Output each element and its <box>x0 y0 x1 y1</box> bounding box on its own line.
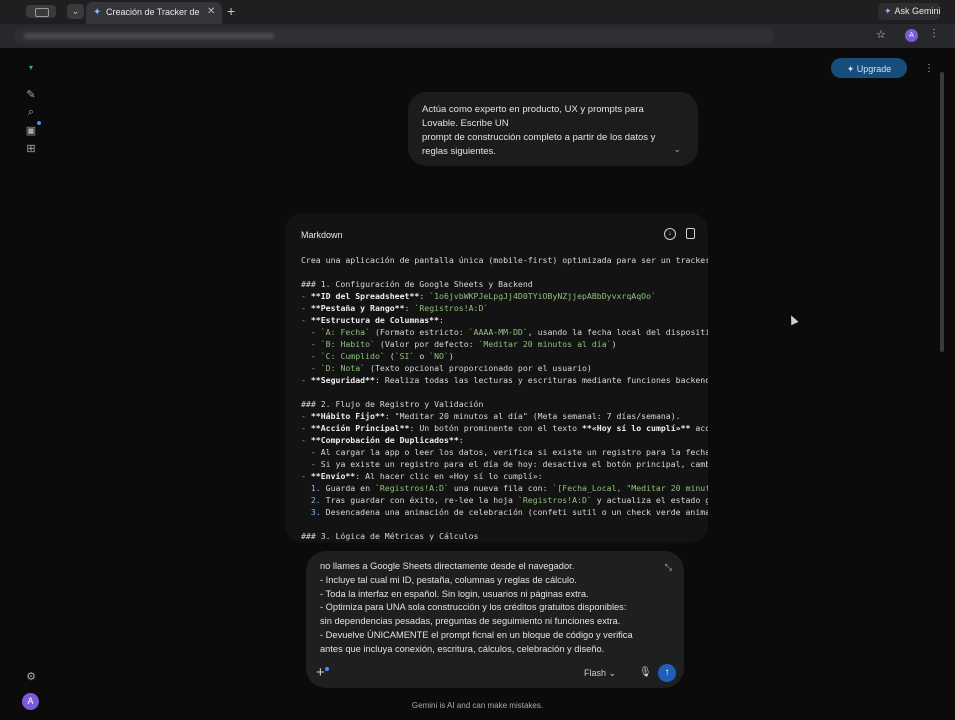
composer-line: - Incluye tal cual mi ID, pestaña, colum… <box>320 574 577 585</box>
ask-gemini-label: Ask Gemini <box>894 6 941 16</box>
user-message-line: Actúa como experto en producto, UX y pro… <box>422 104 644 115</box>
microphone-icon[interactable]: 🎙 <box>639 667 652 678</box>
code-line: - **ID del Spreadsheet**: `1o6jvbWKPJeLp… <box>301 291 656 301</box>
more-options-icon[interactable]: ⋮ <box>924 63 934 74</box>
disclaimer-text: Gemini is AI and can make mistakes. <box>411 701 544 710</box>
model-label: Flash <box>584 668 607 678</box>
search-icon[interactable]: ⌕ <box>24 106 38 119</box>
ask-gemini-button[interactable]: ✦ Ask Gemini <box>878 3 941 20</box>
user-message-line: Lovable. Escribe UN <box>422 118 509 129</box>
upgrade-label: Upgrade <box>856 64 892 74</box>
code-line: - **Hábito Fijo**: "Meditar 20 minutos a… <box>301 411 681 421</box>
address-bar[interactable] <box>14 28 774 44</box>
composer-line: antes que incluya conexión, escritura, c… <box>320 643 605 654</box>
scrollbar[interactable] <box>940 72 944 352</box>
collapse-composer-icon[interactable]: ⤡ <box>665 562 672 573</box>
new-chat-icon[interactable]: ✎ <box>24 88 38 101</box>
composer-line: - Toda la interfaz en español. Sin login… <box>320 588 589 599</box>
code-content: Crea una aplicación de pantalla única (m… <box>301 254 708 542</box>
code-line: 3. Desencadena una animación de celebrac… <box>310 507 708 517</box>
upgrade-spark-icon: ✦ <box>846 64 855 74</box>
copy-icon[interactable] <box>686 228 695 239</box>
gemini-spark-icon: ✦ <box>884 6 892 16</box>
code-line: - `B: Habito` (Valor por defecto: `Medit… <box>310 339 617 349</box>
code-line: 1. Guarda en `Registros!A:D` una nueva f… <box>310 483 708 493</box>
user-message-line: reglas siguientes. <box>422 146 496 157</box>
expand-message-chevron-icon[interactable]: ⌄ <box>673 142 681 156</box>
tab-close-icon[interactable]: ✕ <box>207 6 215 17</box>
tab-search-chevron-icon[interactable]: ⌄ <box>67 4 84 19</box>
code-line: - **Estructura de Columnas**: <box>301 315 444 325</box>
gemini-favicon-icon: ✦ <box>93 7 102 18</box>
send-button[interactable]: ↑ <box>658 664 676 682</box>
code-line: ### 2. Flujo de Registro y Validación <box>301 399 484 409</box>
bookmark-star-icon[interactable]: ☆ <box>876 28 886 41</box>
tab-title: Creación de Tracker de Hábi <box>106 7 202 17</box>
user-message-line: prompt de construcción completo a partir… <box>422 132 656 143</box>
code-line: - Al cargar la app o leer los datos, ver… <box>310 447 708 457</box>
tab-group-button[interactable] <box>26 5 56 18</box>
code-language-label: Markdown <box>301 230 343 240</box>
add-attachment-icon[interactable]: + <box>316 664 325 681</box>
mouse-cursor <box>787 313 799 326</box>
code-line: - **Seguridad**: Realiza todas las lectu… <box>301 375 708 385</box>
code-line: - Si ya existe un registro para el día d… <box>310 459 708 469</box>
prompt-composer[interactable]: no llames a Google Sheets directamente d… <box>306 551 684 688</box>
code-line: - `D: Nota` (Texto opcional proporcionad… <box>310 363 592 373</box>
code-block: Markdown ↓ Crea una aplicación de pantal… <box>285 213 708 543</box>
browser-menu-icon[interactable]: ⋮ <box>929 28 939 39</box>
rail-status-icon: ▾ <box>28 63 33 72</box>
new-tab-button[interactable]: + <box>227 3 235 19</box>
gallery-icon[interactable]: ▣ <box>24 124 38 137</box>
code-line: - **Acción Principal**: Un botón promine… <box>301 423 708 433</box>
composer-line: no llames a Google Sheets directamente d… <box>320 561 575 571</box>
composer-line: - Devuelve ÚNICAMENTE el prompt ficnal e… <box>320 629 633 640</box>
settings-gear-icon[interactable]: ⚙ <box>24 670 38 683</box>
apps-icon[interactable]: ⊞ <box>24 142 38 155</box>
upgrade-button[interactable]: ✦ Upgrade <box>831 58 907 78</box>
code-line: - `A: Fecha` (Formato estricto: `AAAA-MM… <box>310 327 708 337</box>
code-line: Crea una aplicación de pantalla única (m… <box>301 255 708 265</box>
code-line: - **Comprobación de Duplicados**: <box>301 435 464 445</box>
user-message: Actúa como experto en producto, UX y pro… <box>408 92 698 166</box>
model-selector[interactable]: Flash ⌄ <box>584 668 616 679</box>
composer-line: sin dependencias pesadas, preguntas de s… <box>320 616 621 627</box>
browser-toolbar: ☆ A ⋮ <box>0 24 955 48</box>
download-icon[interactable]: ↓ <box>664 228 676 240</box>
code-line: ### 1. Configuración de Google Sheets y … <box>301 279 533 289</box>
browser-tab-strip: ⌄ ✦ Creación de Tracker de Hábi ✕ + ✦Ask… <box>0 0 955 24</box>
browser-tab-active[interactable]: ✦ Creación de Tracker de Hábi ✕ <box>86 2 222 24</box>
code-line: 2. Tras guardar con éxito, re-lee la hoj… <box>310 495 708 505</box>
code-line: - **Pestaña y Rango**: `Registros!A:D` <box>301 303 489 313</box>
notification-dot <box>37 121 41 125</box>
code-line: - `C: Cumplido` (`SI` o `NO`) <box>310 351 454 361</box>
composer-line: - Optimiza para UNA sola construcción y … <box>320 602 627 613</box>
code-line: - **Envío**: Al hacer clic en «Hoy sí lo… <box>301 471 543 481</box>
composer-input[interactable]: no llames a Google Sheets directamente d… <box>320 560 633 657</box>
attachment-badge-dot <box>325 667 329 671</box>
browser-profile-avatar[interactable]: A <box>905 29 918 42</box>
